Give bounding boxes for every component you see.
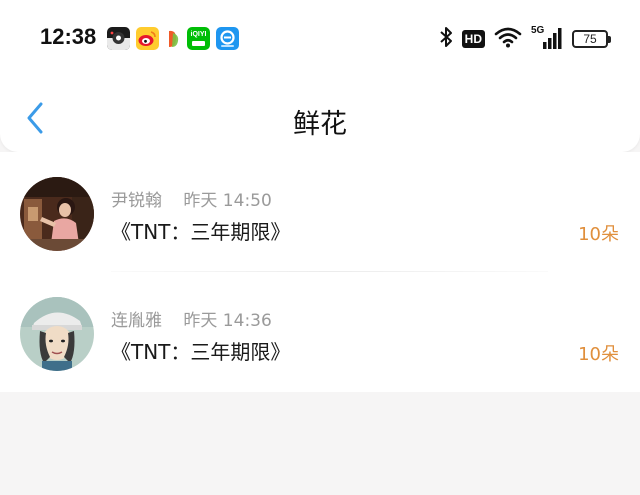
work-title: 《TNT：三年期限》 <box>111 220 291 244</box>
bluetooth-icon <box>439 26 453 52</box>
screen: 12:38 iQIYI HD 5G 75 鲜花 尹锐翰 昨天 14:50 《TN… <box>0 0 640 495</box>
camera-app-icon <box>107 27 130 50</box>
sender-name: 连胤雅 <box>111 311 162 331</box>
avatar[interactable] <box>20 297 94 371</box>
weibo-icon <box>136 27 159 50</box>
flower-count: 10朵 <box>578 224 619 245</box>
wifi-icon <box>494 26 522 52</box>
page-title: 鲜花 <box>293 109 347 140</box>
battery-level: 75 <box>583 32 597 46</box>
header-card: 12:38 iQIYI HD 5G 75 鲜花 <box>0 0 640 152</box>
meta-line: 连胤雅 昨天 14:36 <box>111 306 272 331</box>
notification-app-icons: iQIYI <box>107 27 239 50</box>
list-item[interactable]: 尹锐翰 昨天 14:50 《TNT：三年期限》 10朵 <box>0 152 640 272</box>
iqiyi-icon: iQIYI <box>187 27 210 50</box>
timestamp: 昨天 14:36 <box>183 311 272 331</box>
timestamp: 昨天 14:50 <box>183 191 272 211</box>
system-status-icons: HD 5G 75 <box>439 25 611 52</box>
work-title: 《TNT：三年期限》 <box>111 340 291 364</box>
hd-badge: HD <box>461 30 485 48</box>
browser-app-icon <box>216 27 239 50</box>
iqiyi-sub-mark <box>192 41 205 46</box>
avatar[interactable] <box>20 177 94 251</box>
list-item[interactable]: 连胤雅 昨天 14:36 《TNT：三年期限》 10朵 <box>0 272 640 392</box>
jelly-app-icon <box>165 27 181 50</box>
flower-count: 10朵 <box>578 344 619 365</box>
cellular-signal-icon: 5G <box>531 25 563 51</box>
battery-icon: 75 <box>572 30 611 48</box>
sender-name: 尹锐翰 <box>111 191 162 211</box>
status-time: 12:38 <box>40 24 97 49</box>
flower-record-list: 尹锐翰 昨天 14:50 《TNT：三年期限》 10朵 连胤雅 昨天 14:36… <box>0 152 640 392</box>
meta-line: 尹锐翰 昨天 14:50 <box>111 186 272 211</box>
